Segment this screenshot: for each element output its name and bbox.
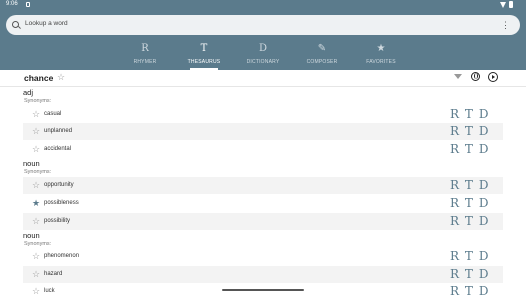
dictionary-icon[interactable]: D [479,124,495,138]
synonym-word: possibleness [44,200,79,206]
synonym-word: phenomenon [44,253,80,259]
row-actions: RTD [450,249,494,263]
synonym-word: casual [44,111,62,117]
part-of-speech: noun [23,159,40,168]
favorite-star-icon[interactable]: ☆ [32,216,40,226]
thesaurus-icon[interactable]: T [465,142,479,156]
gesture-handle[interactable] [222,289,304,291]
favorite-star-filled-icon[interactable]: ★ [32,198,40,208]
row-actions: RTD [450,196,494,210]
dictionary-icon[interactable]: D [479,178,495,192]
dictionary-icon[interactable]: D [479,142,495,156]
dictionary-icon[interactable]: D [479,196,495,210]
row-actions: RTD [450,178,494,192]
row-actions: RTD [450,267,494,281]
row-actions: RTD [450,214,494,228]
list-item[interactable]: ☆ unplanned RTD [23,123,503,140]
thesaurus-icon[interactable]: T [465,178,479,192]
list-item[interactable]: ☆ possibility RTD [23,213,503,230]
star-icon: ★ [376,43,386,54]
rhymer-icon[interactable]: R [450,267,465,281]
part-of-speech: adj [23,88,34,97]
search-icon [12,21,19,28]
wifi-icon [500,2,506,8]
synonym-word: unplanned [44,128,73,134]
globe-icon[interactable] [471,72,480,81]
rhymer-icon[interactable]: R [450,142,465,156]
rhymer-icon[interactable]: R [450,214,465,228]
synonym-word: opportunity [44,182,74,188]
tab-label: DICTIONARY [246,59,280,65]
rhymer-icon[interactable]: R [450,178,465,192]
synonyms-label: Synonyms: [24,98,52,104]
dictionary-icon[interactable]: D [479,249,495,263]
dictionary-icon[interactable]: D [479,267,495,281]
filter-icon[interactable] [454,74,462,79]
rhymer-icon[interactable]: R [450,124,465,138]
list-item[interactable]: ☆ opportunity RTD [23,177,503,194]
thesaurus-icon[interactable]: T [465,249,479,263]
thesaurus-icon[interactable]: T [465,214,479,228]
thesaurus-icon[interactable]: T [465,196,479,210]
favorite-star-icon[interactable]: ☆ [32,126,40,136]
list-item[interactable]: ☆ phenomenon RTD [23,248,503,265]
dictionary-icon: D [258,43,268,54]
synonyms-label: Synonyms: [24,241,52,247]
synonym-word: hazard [44,271,63,277]
rhymer-icon[interactable]: R [450,107,465,121]
word-header: chance ☆ [0,70,526,87]
favorite-star-icon[interactable]: ☆ [57,72,65,83]
rhymer-icon[interactable]: R [450,196,465,210]
list-item[interactable]: ☆ hazard RTD [23,266,503,283]
part-of-speech: noun [23,231,40,240]
rhymer-icon[interactable]: R [450,249,465,263]
favorite-star-icon[interactable]: ☆ [32,251,40,261]
status-time: 9:06 [6,1,18,7]
favorite-star-icon[interactable]: ☆ [32,180,40,190]
thesaurus-icon[interactable]: T [465,124,479,138]
synonym-word: luck [44,288,55,294]
tab-dictionary[interactable]: D DICTIONARY [233,40,293,70]
tab-label: RHYMER [133,59,157,65]
thesaurus-icon[interactable]: T [465,267,479,281]
favorite-star-icon[interactable]: ☆ [32,269,40,279]
synonym-word: accidental [44,146,72,152]
synonym-word: possibility [44,218,71,224]
favorite-star-icon[interactable]: ☆ [32,144,40,154]
battery-icon [509,1,513,8]
tab-label: COMPOSER [306,59,338,65]
search-input[interactable]: Lookup a word ⋮ [6,15,520,35]
status-bar: 9:06 [0,0,526,10]
tab-label: FAVORITES [366,59,396,65]
favorite-star-icon[interactable]: ☆ [32,109,40,119]
tab-composer[interactable]: ✎ COMPOSER [292,40,352,70]
notification-icon [26,2,30,7]
row-actions: RTD [450,142,494,156]
thesaurus-icon: T [200,43,208,54]
page-title: chance [24,73,54,83]
list-item[interactable]: ☆ luck RTD [23,283,503,300]
list-item[interactable]: ★ possibleness RTD [23,195,503,212]
thesaurus-icon[interactable]: T [465,107,479,121]
favorite-star-icon[interactable]: ☆ [32,286,40,296]
tab-label: THESAURUS [187,59,221,65]
list-item[interactable]: ☆ accidental RTD [23,141,503,158]
tab-favorites[interactable]: ★ FAVORITES [351,40,411,70]
row-actions: RTD [450,107,494,121]
search-placeholder: Lookup a word [25,20,68,27]
pencil-icon: ✎ [317,43,327,54]
play-icon[interactable] [488,72,498,82]
synonyms-label: Synonyms: [24,169,52,175]
row-actions: RTD [450,124,494,138]
rhymer-icon: R [141,43,149,54]
list-item[interactable]: ☆ casual RTD [23,106,503,123]
app-bar: 9:06 Lookup a word ⋮ R RHYMER T THESAURU… [0,0,526,70]
dictionary-icon[interactable]: D [479,107,495,121]
overflow-menu-icon[interactable]: ⋮ [501,19,510,31]
dictionary-icon[interactable]: D [479,214,495,228]
tab-thesaurus[interactable]: T THESAURUS [174,40,234,70]
tab-bar: R RHYMER T THESAURUS D DICTIONARY ✎ COMP… [0,40,526,70]
tab-rhymer[interactable]: R RHYMER [115,40,175,70]
